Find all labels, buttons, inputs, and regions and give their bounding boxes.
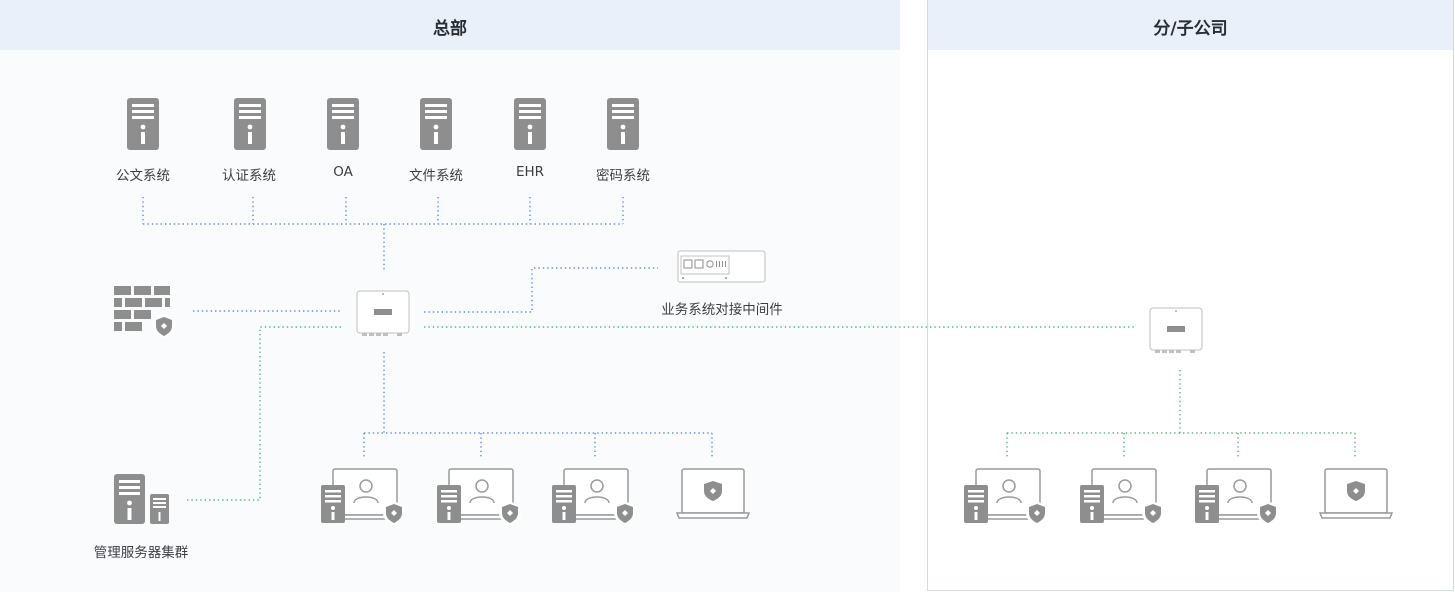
server-icon [420,98,452,150]
system-bus-line [142,197,624,270]
terminal-computer-icon [552,467,638,525]
server-icon [327,98,359,150]
system-label: 密码系统 [596,168,650,184]
system-label: 认证系统 [222,168,276,184]
secure-laptop-icon [1319,467,1393,523]
cluster-switch-line [187,326,342,501]
firewall-icon [114,286,176,338]
terminal-computer-icon [321,467,407,525]
server-icon [514,98,546,150]
secure-laptop-icon [676,467,750,523]
system-label: 文件系统 [409,168,463,184]
server-icon [234,98,266,150]
hq-switch-icon [356,290,412,338]
server-cluster-icon [114,474,170,526]
system-label: EHR [515,164,545,180]
terminal-computer-icon [964,467,1050,525]
network-topology-diagram: 总部 分/子公司 公文系统 认证系统 OA 文件系统 EHR 密码系统 业务系统… [0,0,1455,592]
system-label: OA [333,164,353,180]
hq-terminal-bus-line [363,352,713,458]
server-icon [607,98,639,150]
server-icon [127,98,159,150]
middleware-label: 业务系统对接中间件 [661,302,783,318]
switch-middleware-line [424,267,658,313]
system-label: 公文系统 [116,168,170,184]
terminal-computer-icon [1195,467,1281,525]
middleware-device-icon [677,250,767,284]
branch-terminal-bus-line [1006,370,1356,458]
branch-switch-icon [1149,307,1205,355]
terminal-computer-icon [437,467,523,525]
terminal-computer-icon [1080,467,1166,525]
server-cluster-label: 管理服务器集群 [93,545,189,561]
